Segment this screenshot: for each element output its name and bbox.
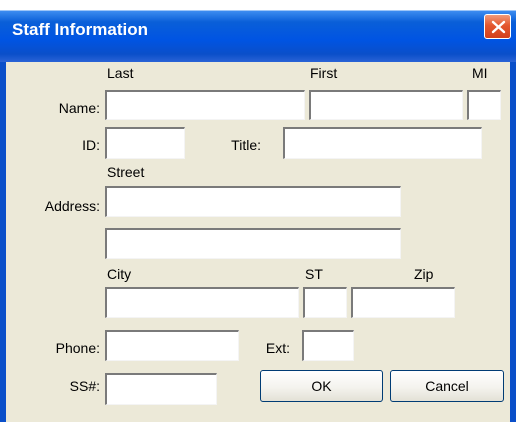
zip-label: Zip bbox=[414, 266, 434, 282]
ssn-input[interactable] bbox=[105, 373, 217, 405]
close-icon bbox=[491, 20, 506, 34]
cancel-button[interactable]: Cancel bbox=[390, 370, 504, 402]
phone-input[interactable] bbox=[105, 330, 239, 361]
state-label: ST bbox=[305, 266, 323, 282]
id-label: ID: bbox=[82, 137, 100, 153]
close-button[interactable] bbox=[484, 14, 511, 39]
last-name-label: Last bbox=[107, 65, 134, 81]
last-name-input[interactable] bbox=[105, 90, 305, 120]
ext-input[interactable] bbox=[302, 330, 354, 361]
first-name-label: First bbox=[310, 65, 338, 81]
middle-initial-label: MI bbox=[472, 65, 488, 81]
street-line1-input[interactable] bbox=[105, 186, 401, 217]
window-frame-right bbox=[510, 62, 516, 422]
state-input[interactable] bbox=[303, 287, 347, 318]
street-line2-input[interactable] bbox=[105, 228, 401, 259]
name-label: Name: bbox=[58, 100, 100, 116]
ok-button[interactable]: OK bbox=[260, 370, 383, 402]
city-input[interactable] bbox=[105, 287, 299, 318]
phone-label: Phone: bbox=[55, 340, 100, 356]
ssn-label: SS#: bbox=[69, 378, 100, 394]
id-input[interactable] bbox=[105, 127, 185, 159]
street-label: Street bbox=[107, 164, 145, 180]
middle-initial-input[interactable] bbox=[467, 90, 501, 120]
staff-information-dialog: Staff Information Last First MI Name: ID… bbox=[0, 0, 516, 422]
ext-label: Ext: bbox=[265, 340, 290, 356]
title-label: Title: bbox=[231, 137, 261, 153]
zip-input[interactable] bbox=[351, 287, 455, 318]
address-label: Address: bbox=[44, 198, 100, 214]
city-label: City bbox=[107, 266, 132, 282]
window-title: Staff Information bbox=[12, 20, 148, 39]
dialog-body: Last First MI Name: ID: Title: Street Ad… bbox=[6, 62, 510, 422]
title-bar[interactable]: Staff Information bbox=[0, 0, 516, 62]
first-name-input[interactable] bbox=[309, 90, 463, 120]
title-input[interactable] bbox=[283, 127, 482, 159]
